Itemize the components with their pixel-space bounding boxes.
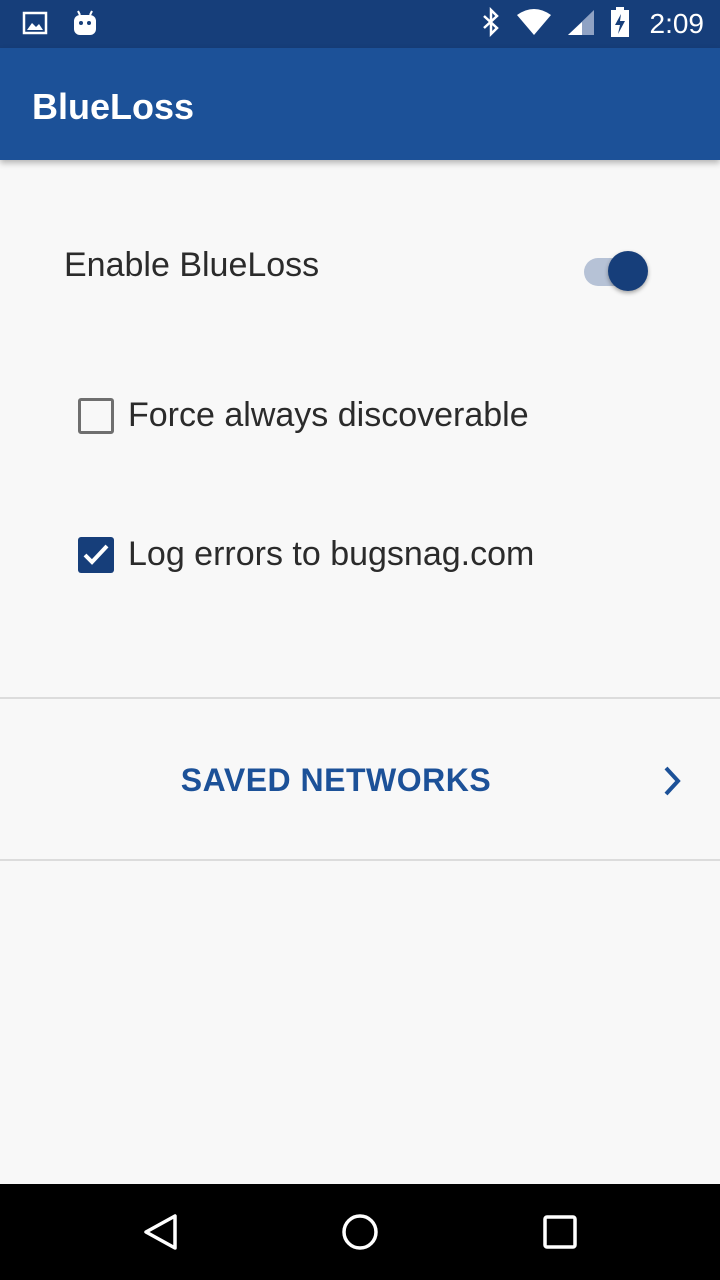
log-errors-checkbox[interactable] bbox=[78, 537, 114, 573]
status-time: 2:09 bbox=[649, 8, 705, 39]
enable-blueloss-switch[interactable] bbox=[584, 246, 652, 291]
force-discoverable-checkbox[interactable] bbox=[78, 398, 114, 434]
android-notification-icon bbox=[72, 9, 98, 42]
log-errors-row[interactable]: Log errors to bugsnag.com bbox=[0, 515, 720, 595]
wifi-icon bbox=[516, 8, 552, 41]
recents-icon[interactable] bbox=[540, 1212, 580, 1252]
checkmark-icon bbox=[83, 544, 109, 565]
switch-thumb bbox=[608, 251, 648, 291]
home-icon[interactable] bbox=[340, 1212, 380, 1252]
saved-networks-button[interactable]: SAVED NETWORKS bbox=[0, 699, 720, 859]
log-errors-label: Log errors to bugsnag.com bbox=[128, 535, 535, 573]
system-icons: 2:09 bbox=[480, 0, 705, 48]
chevron-right-icon bbox=[660, 765, 684, 802]
force-discoverable-row[interactable]: Force always discoverable bbox=[0, 376, 720, 456]
navigation-bar bbox=[0, 1184, 720, 1280]
app-bar: BlueLoss bbox=[0, 48, 720, 160]
image-notification-icon bbox=[22, 10, 48, 41]
enable-blueloss-label: Enable BlueLoss bbox=[64, 246, 320, 284]
battery-charging-icon bbox=[610, 6, 630, 43]
saved-networks-label: SAVED NETWORKS bbox=[180, 762, 492, 798]
force-discoverable-label: Force always discoverable bbox=[128, 396, 529, 434]
status-bar: 2:09 bbox=[0, 0, 720, 48]
back-icon[interactable] bbox=[140, 1212, 180, 1252]
enable-blueloss-row[interactable]: Enable BlueLoss bbox=[0, 226, 720, 308]
notification-icons bbox=[22, 9, 98, 42]
bluetooth-icon bbox=[480, 6, 502, 42]
divider bbox=[0, 859, 720, 861]
app-title: BlueLoss bbox=[32, 86, 195, 127]
cellular-signal-icon bbox=[566, 8, 596, 41]
